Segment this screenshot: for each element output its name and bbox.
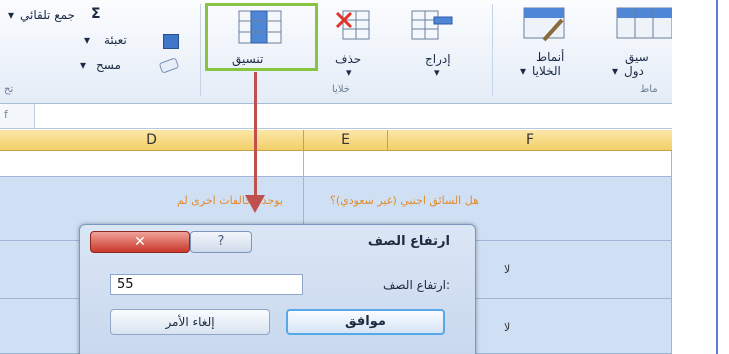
cells-group-label: خلايا [332,84,350,95]
delete-dropdown-icon[interactable]: ▾ [346,66,352,79]
annotation-arrow-head [245,195,265,213]
format-highlight-box [205,3,318,71]
insert-icon[interactable] [410,8,454,42]
styles-group-label: ماط [640,84,658,95]
fill-icon[interactable] [163,34,179,49]
cell-styles-label-1[interactable]: أنماط [536,50,564,64]
dialog-title: ارتفاع الصف [367,234,450,249]
autosum-label[interactable]: جمع تلقائي [20,8,75,22]
cell-styles-icon[interactable] [522,6,566,42]
clear-label[interactable]: مسح [96,58,121,72]
format-as-table-label-1[interactable]: سيق [625,50,649,64]
fill-dropdown-icon[interactable]: ▾ [84,33,90,47]
clear-dropdown-icon[interactable]: ▾ [80,58,86,72]
annotation-arrow-line [254,72,257,198]
cell-value: لا [504,263,511,276]
row-height-dialog: ✕ ? ارتفاع الصف ارتفاع الصف: موافق إلغاء… [79,224,476,354]
ok-button[interactable]: موافق [286,309,445,335]
cell-value: لا [504,321,511,334]
row-height-input[interactable] [110,274,303,295]
column-header-d[interactable]: D [0,130,304,151]
autosum-icon[interactable]: Σ [91,6,101,22]
ribbon: ▾ جمع تلقائي Σ ▾ تعبئة ▾ مسح تح تنسيق حذ… [0,0,672,104]
format-as-table-icon[interactable] [615,6,672,42]
help-button[interactable]: ? [190,231,252,253]
column-header-f[interactable]: F [388,130,672,151]
row-height-label: ارتفاع الصف: [382,278,450,292]
header-f-text: هل السائق اجنبي (غير سعودي)؟ [330,194,479,207]
cell-styles-label-2[interactable]: الخلايا [532,64,561,78]
autosum-dropdown-icon[interactable]: ▾ [8,8,14,22]
format-as-table-label-2[interactable]: دول [624,64,644,78]
editing-group-label: تح [4,84,14,95]
cell[interactable] [0,151,304,177]
formula-bar[interactable]: f [0,104,672,129]
fx-icon[interactable]: f [4,108,8,121]
close-button[interactable]: ✕ [90,231,190,253]
excel-screenshot: ▾ جمع تلقائي Σ ▾ تعبئة ▾ مسح تح تنسيق حذ… [0,0,672,354]
delete-icon[interactable] [335,8,371,42]
ribbon-separator [492,4,493,96]
ribbon-separator [200,4,201,96]
header-d-text: يوجد مخالفات اخرى لم [177,194,283,207]
insert-dropdown-icon[interactable]: ▾ [434,66,440,79]
cell[interactable] [304,151,672,177]
insert-label[interactable]: إدراج [425,52,451,66]
page-border-line [716,0,718,354]
cancel-button[interactable]: إلغاء الأمر [110,309,270,335]
column-header-e[interactable]: E [304,130,388,151]
cell-styles-dropdown-icon[interactable]: ▾ [520,64,526,78]
eraser-icon[interactable] [158,57,180,74]
delete-label[interactable]: حذف [335,52,361,66]
fill-label[interactable]: تعبئة [104,33,127,47]
formula-bar-fx-area: f [0,104,35,128]
format-as-table-dropdown-icon[interactable]: ▾ [612,64,618,78]
